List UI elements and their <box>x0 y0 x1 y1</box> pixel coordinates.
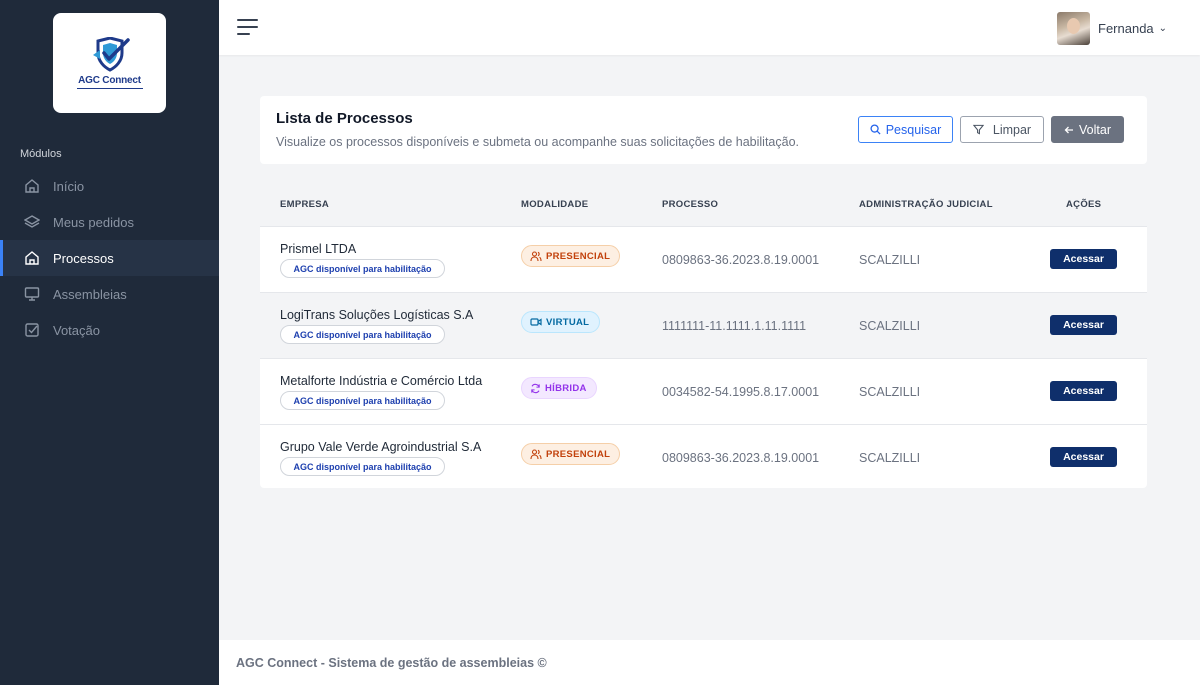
table-row: LogiTrans Soluções Logísticas S.A AGC di… <box>260 293 1147 359</box>
modality-label: HÍBRIDA <box>545 382 587 394</box>
modality-label: PRESENCIAL <box>546 448 611 460</box>
sidebar-item-meus-pedidos[interactable]: Meus pedidos <box>0 204 219 240</box>
process-number: 0034582-54.1995.8.17.0001 <box>662 385 820 399</box>
layers-icon <box>24 214 40 230</box>
monitor-icon <box>24 286 40 302</box>
column-header-actions: AÇÕES <box>1066 199 1102 210</box>
access-button[interactable]: Acessar <box>1050 381 1117 401</box>
judicial-admin: SCALZILLI <box>859 253 921 267</box>
top-header: Fernanda ⌄ <box>219 0 1200 55</box>
logo-text: AGC Connect <box>78 75 141 86</box>
page-title: Lista de Processos <box>276 110 413 127</box>
modality-label: PRESENCIAL <box>546 250 611 262</box>
back-button[interactable]: Voltar <box>1051 116 1124 143</box>
menu-toggle-icon[interactable] <box>237 19 258 35</box>
search-button[interactable]: Pesquisar <box>858 116 953 143</box>
home-icon <box>24 250 40 266</box>
footer-text: AGC Connect - Sistema de gestão de assem… <box>236 656 547 670</box>
page-subtitle: Visualize os processos disponíveis e sub… <box>276 135 799 149</box>
sidebar: AGC Connect Módulos Início Meus pedidos … <box>0 0 219 685</box>
sidebar-item-label: Votação <box>53 322 100 338</box>
back-button-label: Voltar <box>1079 122 1111 137</box>
modality-label: VIRTUAL <box>546 316 590 328</box>
table-row: Prismel LTDA AGC disponível para habilit… <box>260 227 1147 293</box>
sidebar-item-label: Processos <box>53 250 114 266</box>
column-header-process: PROCESSO <box>662 199 719 210</box>
modality-badge-hibrida: HÍBRIDA <box>521 377 597 399</box>
search-button-label: Pesquisar <box>885 122 942 137</box>
chevron-down-icon: ⌄ <box>1158 22 1168 34</box>
judicial-admin: SCALZILLI <box>859 451 921 465</box>
logo-underline <box>76 88 143 89</box>
modality-badge-presencial: PRESENCIAL <box>521 245 620 267</box>
modality-badge-presencial: PRESENCIAL <box>521 443 620 465</box>
clear-button[interactable]: Limpar <box>960 116 1044 143</box>
modules-section-label: Módulos <box>20 148 62 160</box>
column-header-company: EMPRESA <box>280 199 330 210</box>
sidebar-item-label: Início <box>53 178 85 194</box>
arrow-left-icon <box>1064 125 1074 135</box>
judicial-admin: SCALZILLI <box>859 385 921 399</box>
brand-logo[interactable]: AGC Connect <box>53 13 166 113</box>
availability-badge: AGC disponível para habilitação <box>280 391 445 410</box>
filter-icon <box>972 124 984 135</box>
sidebar-item-label: Assembleias <box>53 286 127 302</box>
process-number: 1111111-11.1111.1.11.1111 <box>662 319 807 333</box>
clear-button-label: Limpar <box>992 122 1032 137</box>
table-row: Metalforte Indústria e Comércio Ltda AGC… <box>260 359 1147 425</box>
video-camera-icon <box>530 317 542 327</box>
company-name: LogiTrans Soluções Logísticas S.A <box>280 308 474 322</box>
judicial-admin: SCALZILLI <box>859 319 921 333</box>
availability-badge: AGC disponível para habilitação <box>280 259 445 278</box>
checkbox-icon <box>24 322 40 338</box>
access-button[interactable]: Acessar <box>1050 249 1117 269</box>
sidebar-item-label: Meus pedidos <box>53 214 134 230</box>
page-header-card: Lista de Processos Visualize os processo… <box>260 96 1147 164</box>
home-icon <box>24 178 40 194</box>
availability-badge: AGC disponível para habilitação <box>280 457 445 476</box>
company-name: Metalforte Indústria e Comércio Ltda <box>280 374 483 388</box>
refresh-icon <box>530 383 541 394</box>
access-button[interactable]: Acessar <box>1050 315 1117 335</box>
users-icon <box>530 250 542 262</box>
modality-badge-virtual: VIRTUAL <box>521 311 600 333</box>
processes-table: EMPRESA MODALIDADE PROCESSO ADMINISTRAÇÃ… <box>260 182 1147 488</box>
table-row: Grupo Vale Verde Agroindustrial S.A AGC … <box>260 425 1147 491</box>
process-number: 0809863-36.2023.8.19.0001 <box>662 253 820 267</box>
sidebar-nav: Início Meus pedidos Processos Assembleia… <box>0 168 219 348</box>
column-header-modality: MODALIDADE <box>521 199 589 210</box>
user-menu[interactable]: Fernanda ⌄ <box>1057 11 1168 45</box>
sidebar-item-votacao[interactable]: Votação <box>0 312 219 348</box>
sidebar-item-assembleias[interactable]: Assembleias <box>0 276 219 312</box>
access-button[interactable]: Acessar <box>1050 447 1117 467</box>
process-number: 0809863-36.2023.8.19.0001 <box>662 451 820 465</box>
footer: AGC Connect - Sistema de gestão de assem… <box>219 640 1200 685</box>
shield-check-logo-icon <box>92 37 130 72</box>
availability-badge: AGC disponível para habilitação <box>280 325 445 344</box>
search-icon <box>870 124 881 135</box>
avatar <box>1057 11 1090 45</box>
company-name: Grupo Vale Verde Agroindustrial S.A <box>280 440 482 454</box>
company-name: Prismel LTDA <box>280 242 357 256</box>
table-header: EMPRESA MODALIDADE PROCESSO ADMINISTRAÇÃ… <box>260 182 1147 227</box>
sidebar-item-processos[interactable]: Processos <box>0 240 219 276</box>
column-header-admin: ADMINISTRAÇÃO JUDICIAL <box>859 199 993 210</box>
user-name: Fernanda <box>1098 20 1154 36</box>
sidebar-item-inicio[interactable]: Início <box>0 168 219 204</box>
users-icon <box>530 448 542 460</box>
